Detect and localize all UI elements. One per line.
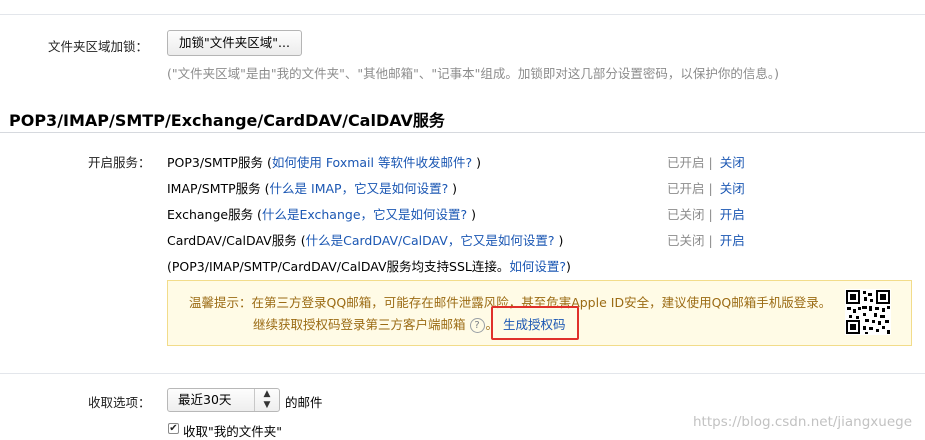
service-row-carddav: CardDAV/CalDAV服务 (什么是CardDAV/CalDAV，它又是如… [167,230,563,249]
qr-code-icon [845,289,891,335]
paren-close: ) [472,155,481,170]
ssl-note-end: ) [566,259,571,274]
ssl-note-text: (POP3/IMAP/SMTP/CardDAV/CalDAV服务均支持SSL连接… [167,259,510,274]
status-text: 已关闭 [667,207,705,222]
toggle-service-link[interactable]: 关闭 [720,181,745,196]
paren-open: ( [296,233,306,248]
ssl-note: (POP3/IMAP/SMTP/CardDAV/CalDAV服务均支持SSL连接… [167,256,571,275]
status-separator: | [708,155,713,170]
help-circle-icon[interactable]: ? [469,318,485,333]
status-text: 已开启 [667,155,705,170]
section-title: POP3/IMAP/SMTP/Exchange/CardDAV/CalDAV服务 [9,111,445,130]
service-row-exchange: Exchange服务 (什么是Exchange，它又是如何设置? ) [167,204,476,223]
status-separator: | [708,181,713,196]
receive-range-value: 最近30天 [178,392,232,407]
service-status-exchange: 已关闭 | 开启 [667,204,745,223]
section-divider [0,132,925,133]
select-arrows-icon: ▲ ▼ [254,389,279,411]
receive-suffix: 的邮件 [285,395,323,410]
status-text: 已开启 [667,181,705,196]
paren-open: ( [253,207,262,222]
service-status-pop3: 已开启 | 关闭 [667,152,745,171]
service-help-link[interactable]: 如何使用 Foxmail 等软件收发邮件? [272,155,472,170]
status-separator: | [708,233,713,248]
service-name: CardDAV/CalDAV服务 [167,233,297,248]
service-help-link[interactable]: 什么是Exchange，它又是如何设置? [262,207,467,222]
folder-lock-label: 文件夹区域加锁： [48,39,149,54]
toggle-service-link[interactable]: 开启 [720,233,745,248]
paren-close: ) [467,207,477,222]
paren-open: ( [260,181,270,196]
paren-open: ( [262,155,272,170]
ssl-setup-link[interactable]: 如何设置? [509,259,566,274]
service-row-imap: IMAP/SMTP服务 (什么是 IMAP，它又是如何设置? ) [167,178,457,197]
watermark: https://blog.csdn.net/jiangxuege [693,414,913,430]
toggle-service-link[interactable]: 关闭 [720,155,745,170]
receive-my-folders-label: 收取"我的文件夹" [183,424,282,439]
service-name: POP3/SMTP服务 [167,155,263,170]
services-label: 开启服务： [88,155,151,170]
service-help-link[interactable]: 什么是CardDAV/CalDAV，它又是如何设置? [306,233,555,248]
toggle-service-link[interactable]: 开启 [720,207,745,222]
top-divider [0,14,925,15]
notice-auth-text: 继续获取授权码登录第三方客户端邮箱 [253,317,466,332]
service-name: IMAP/SMTP服务 [167,181,261,196]
notice-title: 温馨提示： [189,295,252,310]
bottom-divider [0,373,925,374]
paren-close: ) [448,181,458,196]
folder-lock-note: ("文件夹区域"是由"我的文件夹"、"其他邮箱"、"记事本"组成。加锁即对这几部… [167,66,780,81]
paren-close: ) [554,233,564,248]
service-row-pop3: POP3/SMTP服务 (如何使用 Foxmail 等软件收发邮件? ) [167,152,481,171]
status-separator: | [708,207,713,222]
service-help-link[interactable]: 什么是 IMAP，它又是如何设置? [270,181,449,196]
folder-lock-button[interactable]: 加锁"文件夹区域"... [167,30,302,56]
status-text: 已关闭 [667,233,705,248]
service-status-imap: 已开启 | 关闭 [667,178,745,197]
generate-auth-code-link[interactable]: 生成授权码 [503,314,566,333]
service-status-carddav: 已关闭 | 开启 [667,230,745,249]
security-notice: 温馨提示：在第三方登录QQ邮箱，可能存在邮件泄露风险，甚至危害Apple ID安… [167,280,912,346]
receive-my-folders-checkbox[interactable]: ✔ [168,423,179,434]
service-name: Exchange服务 [167,207,254,222]
receive-range-select[interactable]: 最近30天 ▲ ▼ [167,388,280,412]
notice-line-2: 继续获取授权码登录第三方客户端邮箱?。 [253,314,498,333]
receive-options-label: 收取选项： [88,395,151,410]
